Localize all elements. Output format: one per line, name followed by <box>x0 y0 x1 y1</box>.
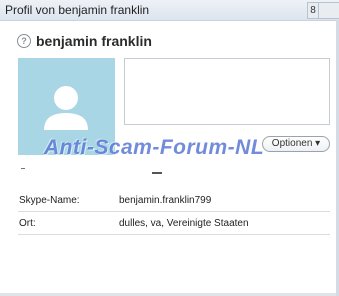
window-title: Profil von benjamin franklin <box>5 3 150 17</box>
profile-header: ? benjamin franklin <box>17 31 152 51</box>
options-button[interactable]: Optionen ▾ <box>262 136 330 152</box>
options-label: Optionen <box>271 138 313 149</box>
window-button[interactable]: 8 <box>307 2 318 19</box>
divider-mark <box>21 168 25 169</box>
row-divider <box>18 211 330 212</box>
dropdown-arrow-icon: ▾ <box>315 138 321 149</box>
divider-mark <box>152 172 162 174</box>
detail-row-skype-name: Skype-Name: benjamin.franklin799 <box>18 190 330 212</box>
question-status-icon: ? <box>17 34 31 48</box>
mood-message-box[interactable] <box>124 58 330 125</box>
profile-display-name: benjamin franklin <box>36 33 152 49</box>
detail-label: Skype-Name: <box>19 195 80 206</box>
detail-row-location: Ort: dulles, va, Vereinigte Staaten <box>18 213 330 235</box>
row-divider <box>18 234 330 235</box>
detail-label: Ort: <box>19 218 36 229</box>
window-control-button[interactable] <box>318 2 339 19</box>
detail-value: benjamin.franklin799 <box>119 195 212 206</box>
window-titlebar: Profil von benjamin franklin 8 <box>0 0 339 21</box>
detail-value: dulles, va, Vereinigte Staaten <box>119 218 249 229</box>
watermark-text: Anti-Scam-Forum-NL <box>44 136 265 159</box>
